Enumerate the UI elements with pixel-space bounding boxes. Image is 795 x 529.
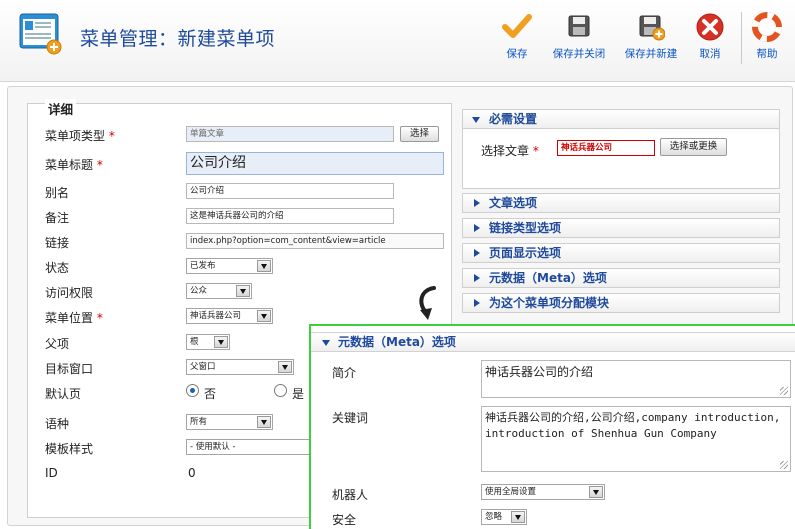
triangle-down-icon — [472, 117, 480, 123]
selected-article-field: 神话兵器公司 — [557, 140, 655, 156]
secure-label: 安全 — [332, 513, 357, 527]
page-display-options-header[interactable]: 页面显示选项 — [462, 243, 780, 263]
page-header: 菜单管理：新建菜单项 保存 保存并关闭 保存并新建 取消 帮助 — [0, 0, 795, 82]
help-button[interactable]: 帮助 — [752, 12, 782, 64]
meta-description-textarea[interactable]: 神话兵器公司的介绍 — [481, 360, 791, 398]
resize-grip-icon — [780, 387, 788, 395]
default-page-label: 默认页 — [45, 387, 82, 401]
menu-manager-icon — [19, 13, 62, 55]
triangle-right-icon — [474, 299, 480, 307]
triangle-right-icon — [474, 224, 480, 232]
link-input: index.php?option=com_content&view=articl… — [186, 233, 444, 249]
default-yes-radio[interactable] — [274, 384, 287, 397]
triangle-right-icon — [474, 274, 480, 282]
save-new-icon — [639, 15, 665, 41]
target-window-select[interactable]: 父窗口 — [186, 359, 294, 375]
triangle-right-icon — [474, 199, 480, 207]
triangle-right-icon — [474, 249, 480, 257]
resize-grip-icon — [780, 461, 788, 469]
access-label: 访问权限 — [45, 286, 94, 300]
robots-label: 机器人 — [332, 488, 369, 502]
default-yes-text: 是 — [292, 387, 305, 401]
id-label: ID — [45, 466, 58, 480]
menu-location-label: 菜单位置 * — [45, 311, 103, 325]
chevron-down-icon — [257, 310, 271, 322]
menu-type-field: 单篇文章 — [186, 126, 394, 142]
note-label: 备注 — [45, 211, 70, 225]
article-options-header[interactable]: 文章选项 — [462, 193, 780, 213]
chevron-down-icon — [589, 486, 603, 498]
language-select[interactable]: 所有 — [186, 414, 273, 430]
default-no-radio[interactable] — [186, 384, 199, 397]
toolbar-separator — [741, 12, 742, 64]
secure-select[interactable]: 忽略 — [481, 509, 527, 525]
chevron-down-icon — [257, 260, 271, 272]
language-label: 语种 — [45, 417, 70, 431]
link-label: 链接 — [45, 236, 70, 250]
save-button[interactable]: 保存 — [500, 12, 534, 64]
meta-keywords-textarea[interactable]: 神话兵器公司的介绍,公司介绍,company introduction, int… — [481, 406, 791, 472]
chevron-down-icon — [257, 416, 271, 428]
link-type-options-header[interactable]: 链接类型选项 — [462, 218, 780, 238]
save-new-button[interactable]: 保存并新建 — [620, 12, 682, 64]
save-close-icon — [568, 15, 590, 37]
menu-type-label: 菜单项类型 * — [45, 129, 115, 143]
target-window-label: 目标窗口 — [45, 362, 94, 376]
chevron-down-icon — [236, 285, 250, 297]
id-value: 0 — [188, 466, 196, 480]
required-settings-header[interactable]: 必需设置 — [462, 109, 780, 129]
select-article-button[interactable]: 选择或更换 — [660, 138, 727, 156]
metadata-overlay-header[interactable]: 元数据（Meta）选项 — [311, 332, 795, 352]
template-style-select[interactable]: - 使用默认 - — [186, 439, 326, 455]
page-title: 菜单管理：新建菜单项 — [80, 28, 276, 50]
robots-select[interactable]: 使用全局设置 — [481, 484, 605, 500]
meta-keywords-label: 关键词 — [332, 411, 369, 425]
select-article-label: 选择文章 * — [481, 144, 539, 158]
chevron-down-icon — [511, 511, 525, 523]
menu-location-select[interactable]: 神话兵器公司 — [186, 308, 273, 324]
cancel-button[interactable]: 取消 — [694, 12, 726, 64]
note-input[interactable]: 这是神话兵器公司的介绍 — [186, 208, 394, 224]
radio-dot — [190, 388, 195, 393]
alias-label: 别名 — [45, 186, 70, 200]
template-style-label: 模板样式 — [45, 442, 94, 456]
access-select[interactable]: 公众 — [186, 283, 252, 299]
parent-label: 父项 — [45, 337, 70, 351]
required-settings-body — [462, 129, 780, 189]
chevron-down-icon — [214, 336, 228, 348]
select-type-button[interactable]: 选择 — [400, 126, 439, 142]
module-assignment-header[interactable]: 为这个菜单项分配模块 — [462, 293, 780, 313]
save-check-icon — [502, 14, 532, 38]
status-label: 状态 — [45, 261, 70, 275]
status-select[interactable]: 已发布 — [186, 258, 273, 274]
metadata-options-header[interactable]: 元数据（Meta）选项 — [462, 268, 780, 288]
triangle-down-icon — [322, 340, 330, 346]
curved-arrow-icon — [419, 286, 436, 320]
metadata-options-overlay: 元数据（Meta）选项 简介 神话兵器公司的介绍 关键词 神话兵器公司的介绍,公… — [309, 324, 795, 529]
menu-title-input[interactable]: 公司介绍 — [186, 152, 444, 175]
default-no-text: 否 — [204, 387, 217, 401]
help-icon — [752, 12, 782, 42]
meta-description-label: 简介 — [332, 366, 357, 380]
details-legend: 详细 — [45, 99, 77, 118]
chevron-down-icon — [278, 361, 292, 373]
alias-input[interactable]: 公司介绍 — [186, 183, 394, 199]
cancel-icon — [696, 13, 724, 41]
save-close-button[interactable]: 保存并关闭 — [548, 12, 610, 64]
menu-title-label: 菜单标题 * — [45, 158, 103, 172]
parent-select[interactable]: 根 — [186, 334, 230, 350]
